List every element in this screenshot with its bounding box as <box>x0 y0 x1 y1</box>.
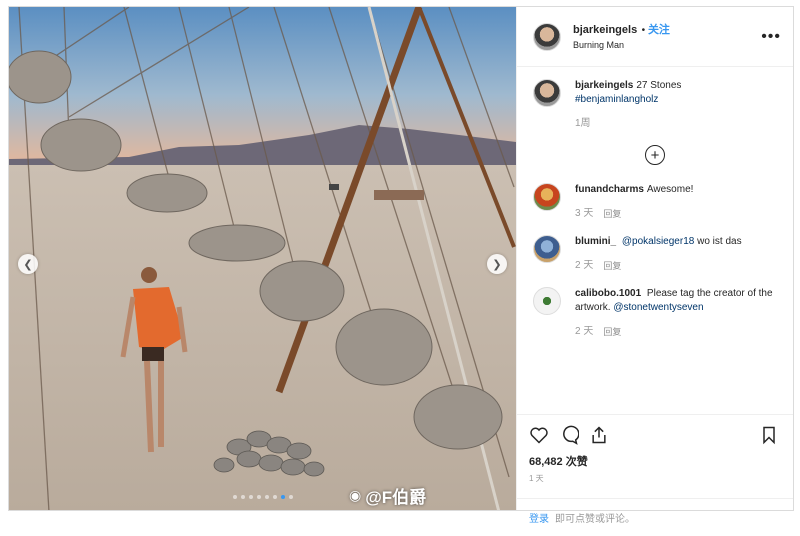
follow-button[interactable]: 关注 <box>648 24 670 36</box>
carousel-dot <box>264 495 269 499</box>
commenter-avatar[interactable] <box>533 183 561 211</box>
post-time: 1 天 <box>529 474 544 483</box>
carousel-next-button[interactable]: ❯ <box>487 254 507 274</box>
caption-username[interactable]: bjarkeingels <box>575 80 633 91</box>
reply-button[interactable]: 回复 <box>603 207 621 221</box>
comment-mention[interactable]: @pokalsieger18 <box>622 236 694 247</box>
comment-username[interactable]: blumini_ <box>575 236 616 247</box>
carousel-dot <box>232 495 237 499</box>
add-comment-bar: 登录 即可点赞或评论。 <box>517 498 793 536</box>
post-header: bjarkeingels • 关注 Burning Man ••• <box>517 7 793 67</box>
chevron-right-icon: ❯ <box>492 258 502 271</box>
comment-time: 2 天 <box>575 260 594 271</box>
weibo-icon: ◉ <box>349 487 362 503</box>
post-photo[interactable]: ❮ ❯ ◉ @F伯爵 <box>9 7 516 510</box>
share-icon[interactable] <box>589 425 609 445</box>
bookmark-icon[interactable] <box>759 425 779 445</box>
carousel-dot <box>288 495 293 499</box>
plus-circle-icon: + <box>650 146 660 164</box>
more-icon[interactable]: ••• <box>761 28 781 46</box>
comment-text: Awesome! <box>646 184 694 195</box>
carousel-prev-button[interactable]: ❮ <box>18 254 38 274</box>
comment-username[interactable]: calibobo.1001 <box>575 288 641 299</box>
add-comment-prompt: 即可点赞或评论。 <box>555 514 635 525</box>
comment-icon[interactable] <box>559 425 579 445</box>
post-side-panel: bjarkeingels • 关注 Burning Man ••• bjarke… <box>516 7 793 525</box>
carousel-dot <box>256 495 261 499</box>
comment-time: 3 天 <box>575 208 594 219</box>
comment-time: 2 天 <box>575 326 594 337</box>
comment-username[interactable]: funandcharms <box>575 184 644 195</box>
list-item: blumini_ @pokalsieger18 wo ist das 2 天 回… <box>533 235 777 273</box>
caption-text: 27 Stones <box>636 80 682 91</box>
chevron-left-icon: ❮ <box>23 258 33 271</box>
carousel-indicator <box>9 495 516 499</box>
comments-list: bjarkeingels 27 Stones #benjaminlangholz … <box>517 67 793 414</box>
author-avatar[interactable] <box>533 79 561 107</box>
comment-mention[interactable]: @stonetwentyseven <box>613 302 703 313</box>
reply-button[interactable]: 回复 <box>603 325 621 339</box>
post-actions: 68,482 次赞 1 天 登录 即可点赞或评论。 <box>517 414 793 525</box>
likes-count[interactable]: 68,482 次赞 <box>529 453 779 469</box>
list-item: funandcharms Awesome! 3 天 回复 <box>533 183 777 221</box>
author-username[interactable]: bjarkeingels <box>573 24 637 36</box>
commenter-avatar[interactable] <box>533 235 561 263</box>
carousel-dot <box>248 495 253 499</box>
caption-hashtag[interactable]: #benjaminlangholz <box>575 94 658 105</box>
login-link[interactable]: 登录 <box>529 510 549 525</box>
commenter-avatar[interactable] <box>533 287 561 315</box>
load-more-comments-button[interactable]: + <box>645 145 665 165</box>
post-frame: ❮ ❯ ◉ @F伯爵 bjarkeingels • 关注 Burning Man… <box>8 6 794 525</box>
author-avatar[interactable] <box>533 22 561 51</box>
list-item: calibobo.1001 Please tag the creator of … <box>533 287 777 339</box>
reply-button[interactable]: 回复 <box>603 259 621 273</box>
watermark: ◉ @F伯爵 <box>349 483 426 508</box>
carousel-dot <box>240 495 245 499</box>
carousel-dot <box>272 495 277 499</box>
watermark-text: @F伯爵 <box>365 488 427 507</box>
comment-text: wo ist das <box>697 236 742 247</box>
carousel-dot <box>280 495 285 499</box>
caption: bjarkeingels 27 Stones #benjaminlangholz … <box>533 79 777 131</box>
photo-illustration <box>9 7 516 510</box>
heart-icon[interactable] <box>529 425 549 445</box>
caption-time: 1周 <box>575 118 591 129</box>
post-location[interactable]: Burning Man <box>573 38 761 53</box>
